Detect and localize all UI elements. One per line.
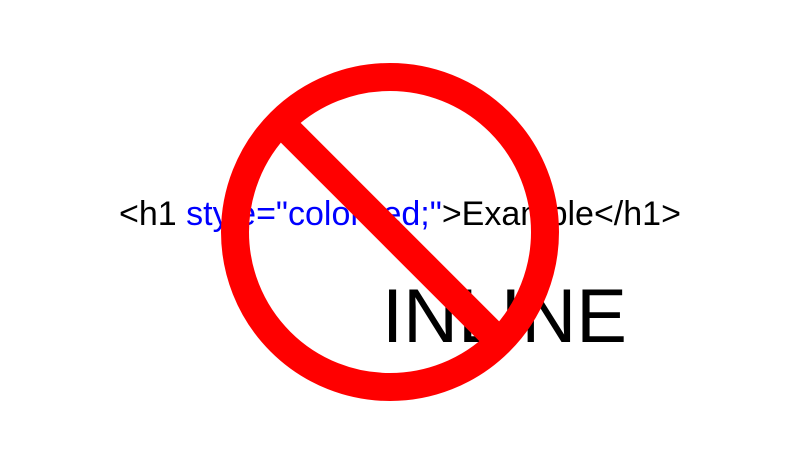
inline-label: INLINE xyxy=(382,274,627,359)
diagram-canvas: <h1 style="color:red;">Example</h1> INLI… xyxy=(0,0,800,450)
html-code-snippet: <h1 style="color:red;">Example</h1> xyxy=(0,190,800,238)
code-close-and-content: >Example</h1> xyxy=(441,195,681,233)
code-style-attribute: style="color:red;" xyxy=(186,195,442,233)
code-open-tag: <h1 xyxy=(119,195,187,233)
